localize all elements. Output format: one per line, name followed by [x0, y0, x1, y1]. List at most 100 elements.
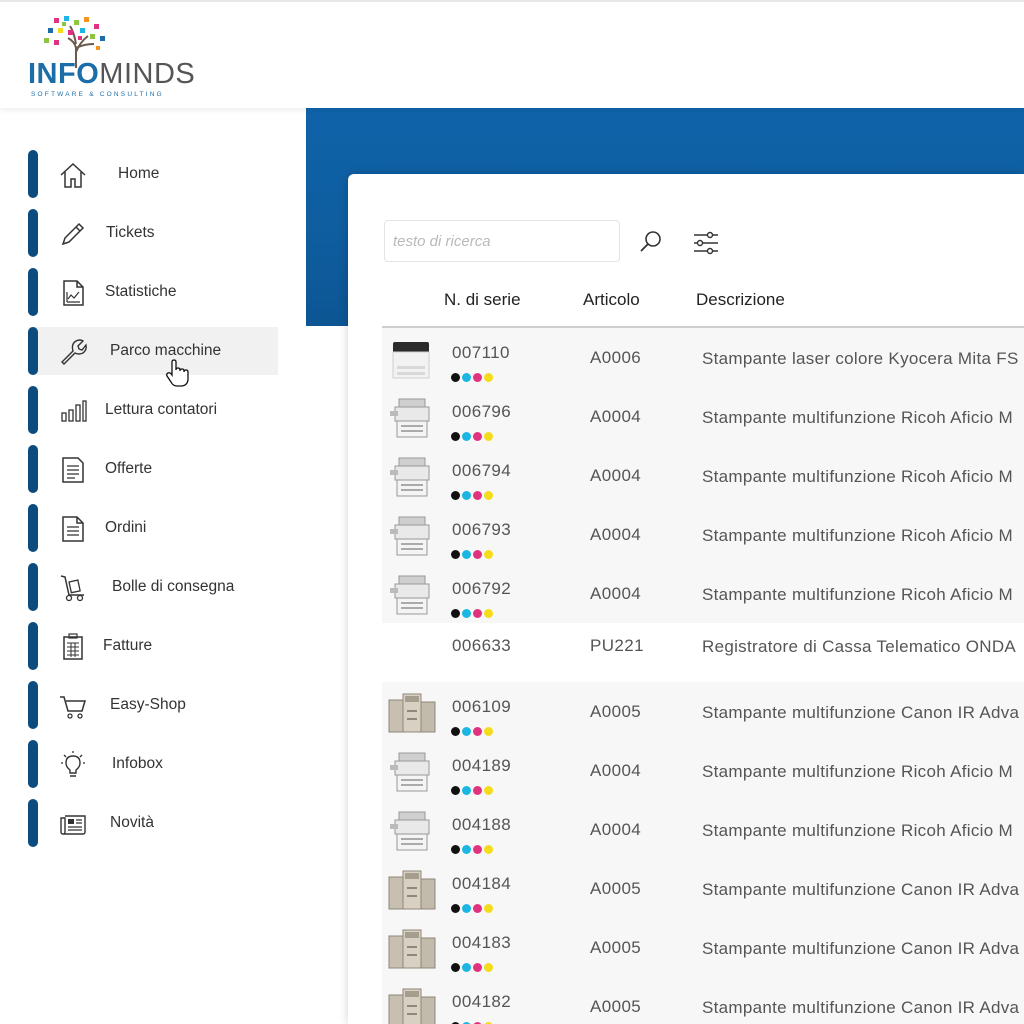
table-row[interactable]: 006792 A0004 Stampante multifunzione Ricoh…	[382, 564, 1024, 623]
table-row[interactable]: 006109 A0005 Stampante multifunzione Canon…	[382, 682, 1024, 741]
article-code: A0005	[590, 879, 642, 898]
toner-black-dot	[451, 609, 460, 618]
table-row[interactable]: 004184 A0005 Stampante multifunzione Canon…	[382, 859, 1024, 918]
serial-number: 006792	[452, 579, 512, 598]
description: Stampante multifunzione Ricoh Aficio M	[702, 408, 1013, 427]
logo-tagline: SOFTWARE & CONSULTING	[31, 91, 164, 98]
article-code: A0005	[590, 938, 642, 957]
table-row[interactable]: 006796 A0004 Stampante multifunzione Ricoh…	[382, 387, 1024, 446]
column-header-description[interactable]: Descrizione	[696, 290, 785, 310]
description: Stampante multifunzione Canon IR Adva	[702, 880, 1020, 899]
printer-thumbnail-icon	[387, 513, 437, 559]
logo-wordmark: INFOMINDS	[28, 58, 195, 91]
toner-yellow-dot	[484, 904, 493, 913]
sidebar-item-easy-shop[interactable]: Easy-Shop	[28, 681, 278, 729]
hand-cursor-icon	[166, 359, 189, 387]
printer-thumbnail-icon	[387, 749, 437, 795]
description: Registratore di Cassa Telematico ONDA	[702, 637, 1017, 656]
sidebar-item-novita[interactable]: Novità	[28, 799, 278, 847]
toner-yellow-dot	[484, 727, 493, 736]
toner-cyan-dot	[462, 963, 471, 972]
serial-number: 004188	[452, 815, 512, 834]
toner-levels	[451, 546, 495, 559]
toner-cyan-dot	[462, 373, 471, 382]
toner-black-dot	[451, 432, 460, 441]
sidebar-item-offerte[interactable]: Offerte	[28, 445, 278, 493]
toner-magenta-dot	[473, 845, 482, 854]
toner-magenta-dot	[473, 550, 482, 559]
table-row[interactable]: 007110 A0006 Stampante laser colore Kyocer…	[382, 328, 1024, 387]
sidebar-nav: Home Tickets Statistiche Parco macchine …	[0, 108, 300, 868]
printer-thumbnail-icon	[387, 926, 437, 972]
sidebar-item-label: Lettura contatori	[105, 401, 218, 418]
search-input[interactable]	[384, 220, 620, 262]
sidebar-item-statistiche[interactable]: Statistiche	[28, 268, 278, 316]
printer-thumbnail-icon	[387, 454, 437, 500]
table-row[interactable]: 006633 PU221 Registratore di Cassa Telemat…	[382, 623, 1024, 682]
document-lines-icon	[58, 514, 88, 544]
toner-black-dot	[451, 904, 460, 913]
article-code: A0004	[590, 466, 642, 485]
sidebar-item-label: Home	[118, 165, 160, 182]
machine-list-card: N. di serie Articolo Descrizione 007110 A…	[348, 174, 1024, 1024]
nav-indicator	[28, 445, 38, 493]
article-code: A0004	[590, 820, 642, 839]
serial-number: 004183	[452, 933, 512, 952]
bar-chart-icon	[58, 396, 88, 426]
table-row[interactable]: 004182 A0005 Stampante multifunzione Canon…	[382, 977, 1024, 1024]
toner-magenta-dot	[473, 373, 482, 382]
toner-magenta-dot	[473, 727, 482, 736]
table-row[interactable]: 006794 A0004 Stampante multifunzione Ricoh…	[382, 446, 1024, 505]
sidebar-item-parco-macchine[interactable]: Parco macchine	[28, 327, 278, 375]
sidebar-item-infobox[interactable]: Infobox	[28, 740, 278, 788]
table-row[interactable]: 004183 A0005 Stampante multifunzione Canon…	[382, 918, 1024, 977]
toner-yellow-dot	[484, 609, 493, 618]
toner-magenta-dot	[473, 904, 482, 913]
toner-levels	[451, 782, 495, 795]
sidebar-item-bolle-di-consegna[interactable]: Bolle di consegna	[28, 563, 278, 611]
serial-number: 006796	[452, 402, 512, 421]
filter-sliders-icon[interactable]	[691, 228, 721, 258]
printer-thumbnail-icon	[387, 572, 437, 618]
toner-black-dot	[451, 373, 460, 382]
toner-magenta-dot	[473, 491, 482, 500]
sidebar-item-fatture[interactable]: Fatture	[28, 622, 278, 670]
printer-thumbnail-icon	[387, 867, 437, 913]
toner-cyan-dot	[462, 609, 471, 618]
toner-levels	[451, 959, 495, 972]
table-row[interactable]: 004188 A0004 Stampante multifunzione Ricoh…	[382, 800, 1024, 859]
toner-levels	[451, 900, 495, 913]
toner-levels	[451, 1018, 495, 1024]
toner-yellow-dot	[484, 432, 493, 441]
toner-black-dot	[451, 491, 460, 500]
table-row[interactable]: 004189 A0004 Stampante multifunzione Ricoh…	[382, 741, 1024, 800]
table-row[interactable]: 006793 A0004 Stampante multifunzione Ricoh…	[382, 505, 1024, 564]
column-header-article[interactable]: Articolo	[583, 290, 640, 310]
serial-number: 006793	[452, 520, 512, 539]
toner-cyan-dot	[462, 904, 471, 913]
toner-black-dot	[451, 845, 460, 854]
sidebar-item-label: Fatture	[103, 637, 153, 654]
article-code: A0006	[590, 348, 642, 367]
sidebar-item-tickets[interactable]: Tickets	[28, 209, 278, 257]
nav-indicator	[28, 327, 38, 375]
sidebar-item-ordini[interactable]: Ordini	[28, 504, 278, 552]
printer-thumbnail-icon	[387, 395, 437, 441]
description: Stampante laser colore Kyocera Mita FS	[702, 349, 1019, 368]
article-code: A0004	[590, 584, 642, 603]
sidebar-item-label: Statistiche	[105, 283, 177, 300]
nav-indicator	[28, 386, 38, 434]
infominds-logo[interactable]: INFOMINDS SOFTWARE & CONSULTING	[28, 14, 203, 100]
article-code: A0004	[590, 525, 642, 544]
serial-number: 006109	[452, 697, 512, 716]
toner-levels	[451, 487, 495, 500]
sidebar-item-lettura-contatori[interactable]: Lettura contatori	[28, 386, 278, 434]
serial-number: 006633	[452, 636, 512, 655]
description: Stampante multifunzione Ricoh Aficio M	[702, 467, 1013, 486]
toner-yellow-dot	[484, 963, 493, 972]
sidebar-item-home[interactable]: Home	[28, 150, 278, 198]
column-header-serial[interactable]: N. di serie	[444, 290, 521, 310]
toner-yellow-dot	[484, 491, 493, 500]
search-icon[interactable]	[636, 227, 666, 257]
sidebar-item-label: Ordini	[105, 519, 147, 536]
